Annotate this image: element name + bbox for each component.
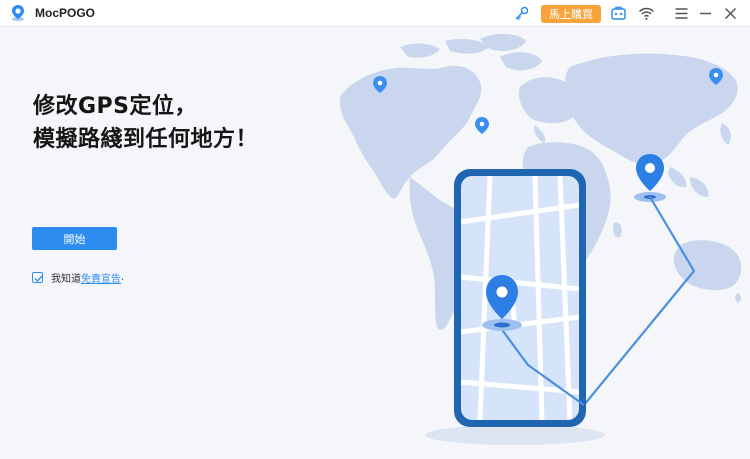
location-pin-logo-icon — [12, 5, 24, 21]
buy-now-button[interactable]: 馬上購買 — [541, 5, 601, 23]
key-icon[interactable] — [513, 5, 530, 22]
agree-prefix: 我知道 — [51, 273, 81, 285]
headline-line-1: 修改GPS定位， — [33, 94, 198, 119]
headline: 修改GPS定位， 模擬路綫到任何地方！ — [33, 90, 258, 156]
app-title: MocPOGO — [35, 6, 96, 20]
disclaimer-agreement: 我知道 免責宣告 . — [32, 270, 125, 285]
close-icon[interactable] — [722, 5, 739, 22]
minimize-icon[interactable] — [697, 5, 714, 22]
agree-checkbox[interactable] — [32, 271, 43, 283]
world-map-phone-illustration — [339, 33, 742, 445]
wifi-icon[interactable] — [638, 5, 655, 22]
phone-device — [454, 169, 586, 427]
map-pin-east-coast — [475, 117, 489, 134]
check-icon — [34, 275, 43, 282]
disclaimer-link[interactable]: 免責宣告 — [81, 270, 121, 285]
headline-line-2: 模擬路綫到任何地方！ — [33, 127, 259, 152]
start-button[interactable]: 開始 — [32, 227, 117, 250]
toolbox-icon[interactable] — [610, 5, 627, 22]
agree-suffix: . — [121, 271, 125, 283]
map-pin-south-asia — [634, 154, 666, 202]
title-bar: MocPOGO 馬上購買 — [0, 0, 750, 27]
menu-icon[interactable] — [673, 5, 690, 22]
